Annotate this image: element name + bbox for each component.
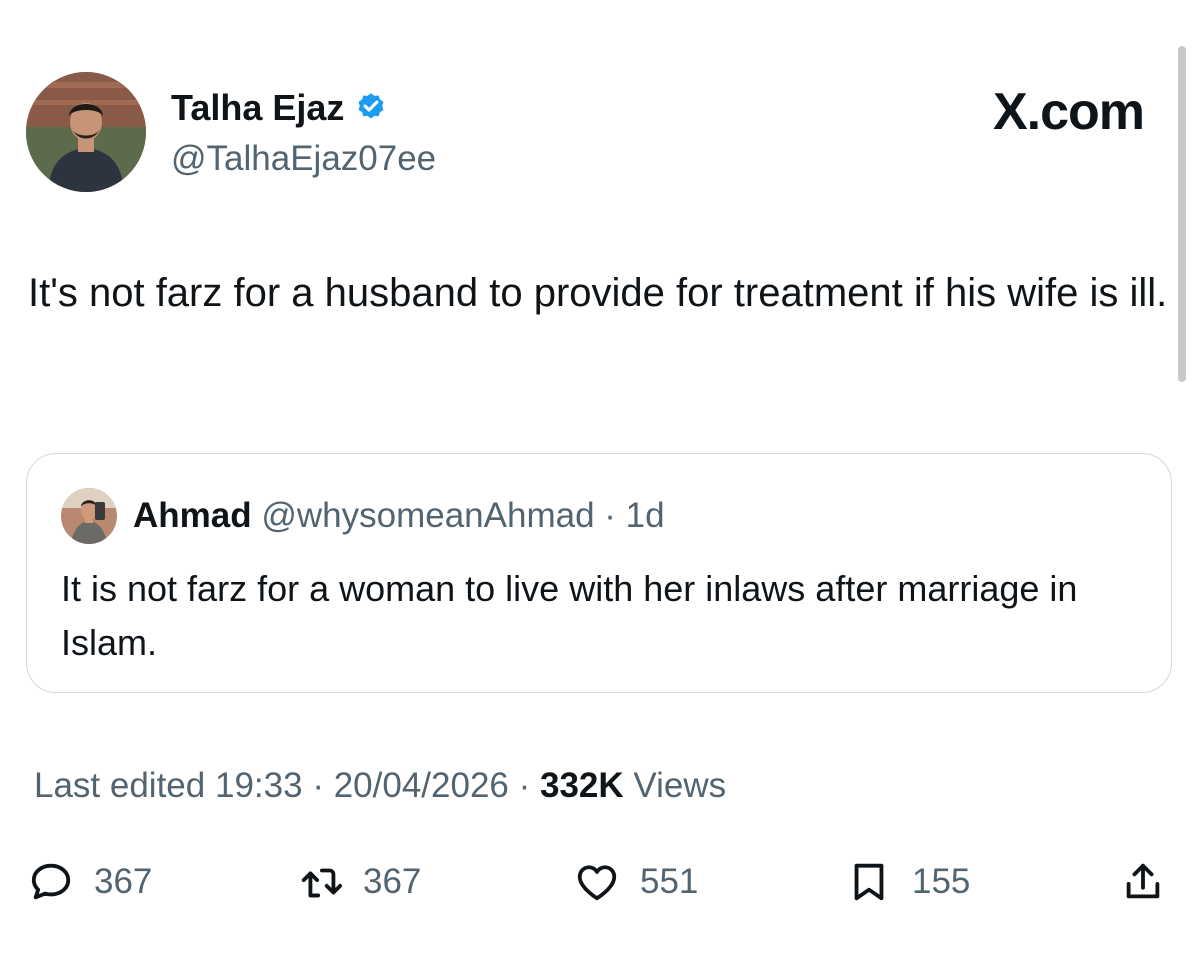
reply-icon	[31, 863, 71, 900]
edited-label[interactable]: Last edited	[34, 766, 205, 805]
quoted-author-handle[interactable]: @whysomeanAhmad	[261, 496, 594, 535]
meta-separator-2: ·	[518, 766, 531, 805]
retweet-count: 367	[363, 862, 422, 901]
retweet-icon	[301, 868, 343, 898]
tweet-meta: Last edited 19:33 · 20/04/2026 · 332K Vi…	[34, 764, 726, 808]
views-count: 332K	[540, 766, 624, 805]
bookmark-button[interactable]: 155	[846, 850, 970, 914]
author-avatar[interactable]	[26, 72, 146, 192]
meta-separator: ·	[312, 766, 324, 805]
quoted-tweet-card[interactable]: Ahmad @whysomeanAhmad · 1d It is not far…	[26, 453, 1172, 693]
share-button[interactable]	[1120, 850, 1166, 914]
tweet-time[interactable]: 19:33	[215, 766, 303, 805]
retweet-button[interactable]: 367	[297, 850, 421, 914]
quoted-tweet-text: It is not farz for a woman to live with …	[61, 568, 1078, 663]
author-name[interactable]: Talha Ejaz	[171, 86, 344, 130]
like-button[interactable]: 551	[574, 850, 698, 914]
quoted-separator: ·	[604, 496, 616, 535]
like-count: 551	[640, 862, 699, 901]
quoted-author-name[interactable]: Ahmad	[133, 496, 252, 535]
scrollbar[interactable]	[1178, 46, 1186, 382]
site-label: X.com	[992, 83, 1145, 141]
tweet-date[interactable]: 20/04/2026	[334, 766, 509, 805]
views-label: Views	[633, 766, 727, 805]
verified-badge-icon	[354, 91, 388, 125]
action-bar: 367 367 551 155	[0, 850, 1200, 914]
quoted-author-avatar[interactable]	[61, 488, 117, 544]
reply-button[interactable]: 367	[28, 850, 152, 914]
bookmark-icon	[854, 863, 884, 901]
author-handle[interactable]: @TalhaEjaz07ee	[171, 138, 436, 180]
share-icon	[1126, 863, 1160, 899]
bookmark-count: 155	[912, 862, 971, 901]
quoted-timestamp[interactable]: 1d	[626, 496, 665, 535]
quoted-tweet-header: Ahmad @whysomeanAhmad · 1d	[133, 494, 665, 538]
author-name-row[interactable]: Talha Ejaz	[171, 86, 388, 130]
tweet-text: It's not farz for a husband to provide f…	[28, 271, 1168, 315]
heart-icon	[577, 865, 617, 901]
reply-count: 367	[94, 862, 153, 901]
